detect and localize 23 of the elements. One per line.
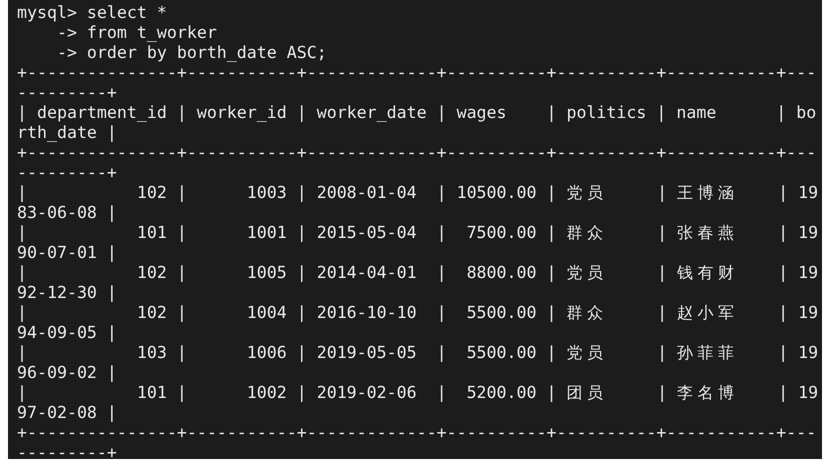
terminal-line: +---------------+-----------+-------------+----------+----------+-----------+--- xyxy=(17,423,816,443)
terminal-line: +---------------+-----------+-------------+----------+----------+-----------+--- xyxy=(17,143,816,163)
terminal-line: | 102 | 1005 | 2014-04-01 | 8800.00 | 党员 | 钱有财 | 19 xyxy=(17,263,818,283)
terminal-line: | 101 | 1001 | 2015-05-04 | 7500.00 | 群众 | 张春燕 | 19 xyxy=(17,223,818,243)
terminal-line: +---------------+-----------+-------------+----------+----------+-----------+--- xyxy=(17,63,816,83)
terminal-line: 90-07-01 | xyxy=(17,243,117,263)
terminal-line: | 102 | 1003 | 2008-01-04 | 10500.00 | 党员 | 王博涵 | 19 xyxy=(17,183,818,203)
terminal-line: | 103 | 1006 | 2019-05-05 | 5500.00 | 党员 | 孙菲菲 | 19 xyxy=(17,343,818,363)
terminal-line: 83-06-08 | xyxy=(17,203,117,223)
terminal-line: ---------+ xyxy=(17,83,117,103)
terminal-line: ---------+ xyxy=(17,163,117,183)
terminal-line: -> order by borth_date ASC; xyxy=(56,43,327,63)
terminal-line: 92-12-30 | xyxy=(17,283,117,303)
terminal-line: 96-09-02 | xyxy=(17,363,117,383)
terminal-line: -> from t_worker xyxy=(56,23,217,43)
terminal-line: 94-09-05 | xyxy=(17,323,117,343)
terminal-line: mysql> select * xyxy=(17,3,167,23)
terminal-line: | 101 | 1002 | 2019-02-06 | 5200.00 | 团员 | 李名博 | 19 xyxy=(17,383,818,403)
terminal-line: rth_date | xyxy=(17,123,117,143)
terminal-line: ---------+ xyxy=(17,443,117,459)
terminal-line: | department_id | worker_id | worker_date | wages | politics | name | bo xyxy=(17,103,816,123)
terminal-line: 97-02-08 | xyxy=(17,403,117,423)
terminal-line: | 102 | 1004 | 2016-10-10 | 5500.00 | 群众 | 赵小军 | 19 xyxy=(17,303,818,323)
